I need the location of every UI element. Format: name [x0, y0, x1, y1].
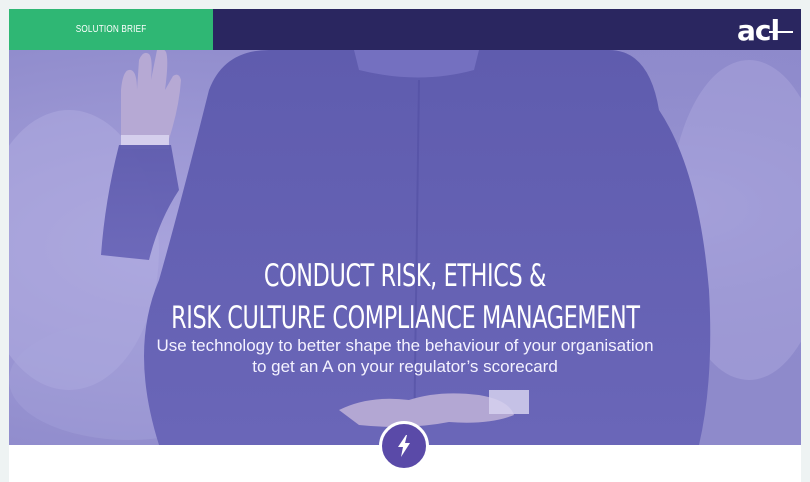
logo-text: acl [737, 14, 779, 47]
hero-banner: CONDUCT RISK, ETHICS & RISK CULTURE COMP… [9, 50, 801, 445]
lightning-icon [398, 435, 410, 457]
suit-back [144, 50, 711, 445]
lightning-badge [379, 421, 429, 471]
document-page: SOLUTION BRIEF acl CONDUCT RISK, ETHICS … [9, 9, 801, 482]
subtitle-line-2: to get an A on your regulator’s scorecar… [252, 357, 558, 376]
acl-logo: acl [737, 14, 793, 47]
subtitle-line-1: Use technology to better shape the behav… [156, 336, 654, 355]
hero-image [9, 50, 801, 445]
title-line-2: RISK CULTURE COMPLIANCE MANAGEMENT [170, 300, 640, 336]
tag-label: SOLUTION BRIEF [75, 24, 147, 35]
solution-brief-tag: SOLUTION BRIEF [9, 9, 213, 50]
header-bar: SOLUTION BRIEF acl [9, 9, 801, 50]
title-line-1: CONDUCT RISK, ETHICS & [263, 258, 547, 294]
